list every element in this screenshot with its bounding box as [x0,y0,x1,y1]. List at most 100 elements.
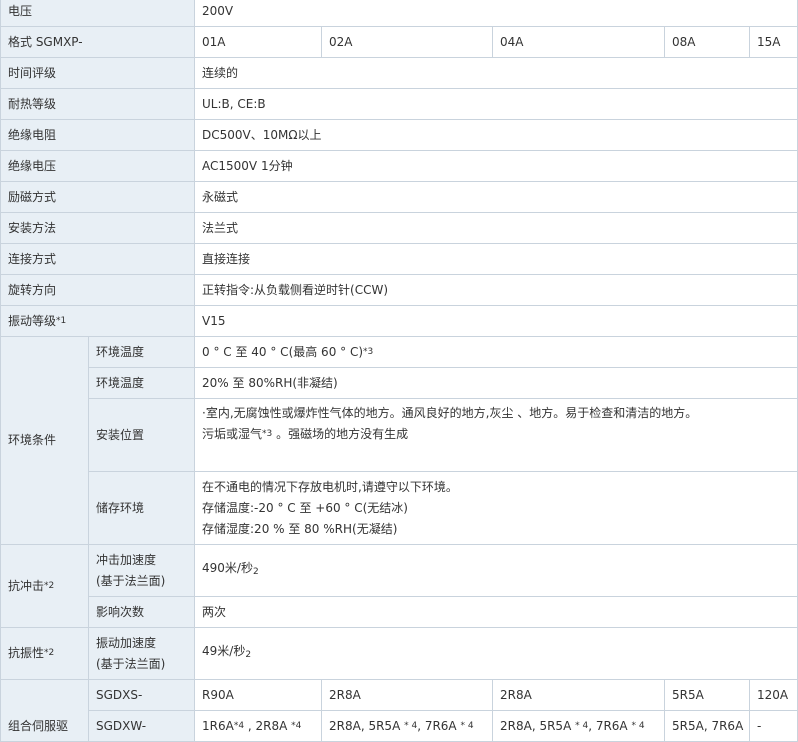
row-vibration-class: 振动等级*1 V15 [0,305,798,337]
mounting-value: 法兰式 [194,212,798,244]
footnote-mark: * 4 [404,720,418,731]
row-install-location: 安装位置 ·室内,无腐蚀性或爆炸性气体的地方。通风良好的地方,灰尘 、地方。易于… [1,398,798,472]
row-connection: 连接方式 直接连接 [0,243,798,275]
ambient-humidity-value: 20% 至 80%RH(非凝结) [194,367,798,399]
sgdxs-col: 120A [749,679,798,711]
sgdxw-col: - [749,710,798,742]
install-location-value: ·室内,无腐蚀性或爆炸性气体的地方。通风良好的地方,灰尘 、地方。易于检查和清洁… [194,398,798,472]
vibration-res-label-text: 抗振性 [8,646,45,660]
heat-class-value: UL:B, CE:B [194,88,798,120]
sgdxw-text: , 2R8A [244,718,292,733]
install-location-line2a: 污垢或湿气 [202,427,263,441]
vibration-res-label: 抗振性*2 [0,627,89,680]
ambient-temp-label: 环境温度 [87,336,196,368]
vibration-class-value: V15 [194,305,798,337]
footnote-mark: *1 [56,315,67,326]
row-insulation-resistance: 绝缘电阻 DC500V、10MΩ以上 [0,119,798,151]
insulation-voltage-value: AC1500V 1分钟 [194,150,798,182]
exponent: 2 [245,650,252,660]
sgdxs-col: R90A [194,679,323,711]
vibration-class-label-text: 振动等级 [8,313,57,328]
servo-label: 组合伺服驱 [0,679,89,742]
rotation-value: 正转指令:从负载侧看逆时针(CCW) [194,274,798,306]
row-sgdxs: 组合伺服驱 SGDXS- R90A 2R8A 2R8A 5R5A 120A [0,679,798,742]
footnote-mark: *2 [44,648,55,658]
sgdxs-label: SGDXS- [87,679,196,711]
row-ambient-humidity: 环境温度 20% 至 80%RH(非凝结) [1,367,798,399]
connection-label: 连接方式 [0,243,196,275]
exponent: 2 [252,567,259,577]
footnote-mark: *4 [291,720,302,731]
sgdxw-text: 2R8A, 5R5A [329,718,405,733]
storage-line3: 存储湿度:20 % 至 80 %RH(无凝结) [202,521,398,536]
sgdxw-text: 1R6A [202,718,234,733]
ambient-humidity-label: 环境温度 [87,367,196,399]
sgdxw-col: 2R8A, 5R5A * 4, 7R6A * 4 [492,710,666,742]
sgdxs-col: 2R8A [492,679,666,711]
model-col: 01A [194,26,323,58]
excitation-value: 永磁式 [194,181,798,213]
insulation-resistance-label: 绝缘电阻 [0,119,196,151]
row-shock-times: 影响次数 两次 [1,596,798,628]
row-sgdxw: SGDXW- 1R6A*4 , 2R8A *4 2R8A, 5R5A * 4, … [1,710,798,742]
shock-label-text: 抗冲击 [8,578,45,593]
vibration-accel-text: 49米/秒 [202,644,246,658]
vibration-accel-value: 49米/秒2 [194,627,798,680]
model-col: 02A [321,26,494,58]
time-rating-label: 时间评级 [0,57,196,89]
sgdxw-label: SGDXW- [87,710,196,742]
sgdxw-col: 2R8A, 5R5A * 4, 7R6A * 4 [321,710,494,742]
footnote-mark: * 4 [575,720,589,731]
vibration-accel-label: 振动加速度 (基于法兰面) [87,627,196,680]
footnote-mark: *4 [233,720,245,731]
storage-value: 在不通电的情况下存放电机时,请遵守以下环境。 存储温度:-20 ° C 至 +6… [194,471,798,545]
excitation-label: 励磁方式 [0,181,196,213]
vibration-accel-label1: 振动加速度 [96,635,157,650]
insulation-resistance-value: DC500V、10MΩ以上 [194,119,798,151]
shock-accel-label: 冲击加速度 (基于法兰面) [87,544,196,597]
install-location-line2: 污垢或湿气*3 。强磁场的地方没有生成 [202,424,797,445]
model-label: 格式 SGMXP- [0,26,196,58]
shock-times-value: 两次 [194,596,798,628]
sgdxw-text: 2R8A, 5R5A [500,718,576,733]
row-heat-class: 耐热等级 UL:B, CE:B [0,88,798,120]
environment-label: 环境条件 [0,336,89,545]
model-col: 08A [664,26,751,58]
footnote-mark: *3 [363,346,374,357]
sgdxw-col: 1R6A*4 , 2R8A *4 [194,710,323,742]
row-model: 格式 SGMXP- 01A 02A 04A 08A 15A [0,26,798,58]
row-vibration-accel: 抗振性*2 振动加速度 (基于法兰面) 49米/秒2 [0,627,798,680]
shock-accel-label1: 冲击加速度 [96,552,157,567]
heat-class-label: 耐热等级 [0,88,196,120]
storage-label: 储存环境 [87,471,196,545]
footnote-mark: * 4 [631,720,645,731]
row-mounting: 安装方法 法兰式 [0,212,798,244]
sgdxw-col: 5R5A, 7R6A [664,710,751,742]
shock-accel-label2: (基于法兰面) [96,573,166,588]
install-location-label: 安装位置 [87,398,196,472]
connection-value: 直接连接 [194,243,798,275]
row-rotation: 旋转方向 正转指令:从负载侧看逆时针(CCW) [0,274,798,306]
row-time-rating: 时间评级 连续的 [0,57,798,89]
row-shock-accel: 抗冲击*2 冲击加速度 (基于法兰面) 490米/秒2 [0,544,798,628]
row-insulation-voltage: 绝缘电压 AC1500V 1分钟 [0,150,798,182]
shock-times-label: 影响次数 [87,596,196,628]
footnote-mark: *2 [44,580,55,591]
shock-accel-value: 490米/秒2 [194,544,798,597]
footnote-mark: * 4 [460,720,474,731]
storage-line1: 在不通电的情况下存放电机时,请遵守以下环境。 [202,479,458,494]
sgdxs-col: 5R5A [664,679,751,711]
model-col: 15A [749,26,798,58]
vibration-accel-label2: (基于法兰面) [96,656,166,671]
ambient-temp-text: 0 ° C 至 40 ° C(最高 60 ° C) [202,344,364,359]
row-excitation: 励磁方式 永磁式 [0,181,798,213]
shock-label: 抗冲击*2 [0,544,89,628]
sgdxw-text: , 7R6A [588,718,632,733]
row-storage: 储存环境 在不通电的情况下存放电机时,请遵守以下环境。 存储温度:-20 ° C… [1,471,798,545]
row-voltage: 电压 200V [0,0,798,27]
vibration-class-label: 振动等级*1 [0,305,196,337]
install-location-line2b: 。强磁场的地方没有生成 [272,427,409,441]
sgdxs-col: 2R8A [321,679,494,711]
sgdxw-text: , 7R6A [417,718,461,733]
voltage-value: 200V [194,0,798,27]
